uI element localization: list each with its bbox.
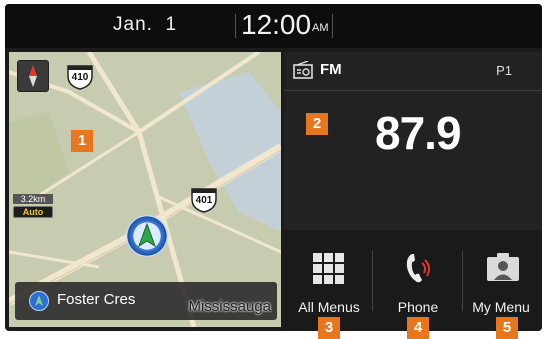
callout-marker-3: 3 (318, 317, 340, 339)
city-name: Mississauga (188, 298, 271, 315)
menu-label-phone: Phone (397, 299, 439, 315)
radio-panel[interactable]: FM P1 2 87.9 (284, 52, 542, 230)
location-bar: Foster Cres Mississauga (15, 282, 277, 320)
radio-icon (293, 61, 313, 79)
compass-icon (29, 65, 37, 87)
scale-distance: 3.2km (13, 194, 53, 204)
highway-number: 401 (195, 195, 213, 206)
menu-label-my-menu: My Menu (472, 299, 530, 315)
highway-shield-401: 401 (189, 185, 219, 218)
callout-marker-4: 4 (407, 317, 429, 339)
clock-ampm: AM (312, 22, 329, 34)
my-menu-button[interactable]: My Menu (456, 233, 542, 323)
person-card-icon (487, 253, 519, 281)
status-bar: Jan. 1 12:00 AM (5, 4, 542, 48)
radio-header: FM P1 (284, 52, 542, 91)
callout-marker-1: 1 (71, 130, 93, 152)
compass-button[interactable] (17, 60, 49, 92)
date-display: Jan. 1 (113, 14, 178, 35)
callout-marker-5: 5 (496, 317, 518, 339)
all-menus-button[interactable]: All Menus (284, 233, 370, 323)
phone-button[interactable]: Phone (373, 233, 459, 323)
map-scale[interactable]: 3.2km Auto (13, 194, 53, 218)
location-arrow-icon (29, 291, 49, 311)
highway-shield-410: 410 (65, 62, 95, 95)
head-unit-screen: Jan. 1 12:00 AM 410 401 1 3.2km Auto Fos… (5, 4, 542, 331)
callout-marker-2: 2 (306, 113, 328, 135)
navigation-map[interactable]: 410 401 1 3.2km Auto Foster Cres Mississ… (9, 52, 281, 327)
radio-frequency: 87.9 (375, 107, 462, 159)
radio-preset: P1 (496, 63, 512, 78)
status-divider (235, 14, 236, 38)
vehicle-arrow-icon (138, 222, 156, 248)
current-position-icon (126, 215, 168, 257)
clock-display: 12:00 (241, 9, 312, 40)
street-name: Foster Cres (57, 291, 136, 308)
menu-label-all-menus: All Menus (298, 299, 360, 315)
status-divider-right (332, 14, 333, 38)
grid-icon (313, 253, 344, 284)
auto-zoom-label: Auto (13, 206, 53, 218)
phone-icon (406, 254, 431, 283)
radio-band: FM (320, 61, 342, 78)
highway-number: 410 (71, 72, 89, 83)
